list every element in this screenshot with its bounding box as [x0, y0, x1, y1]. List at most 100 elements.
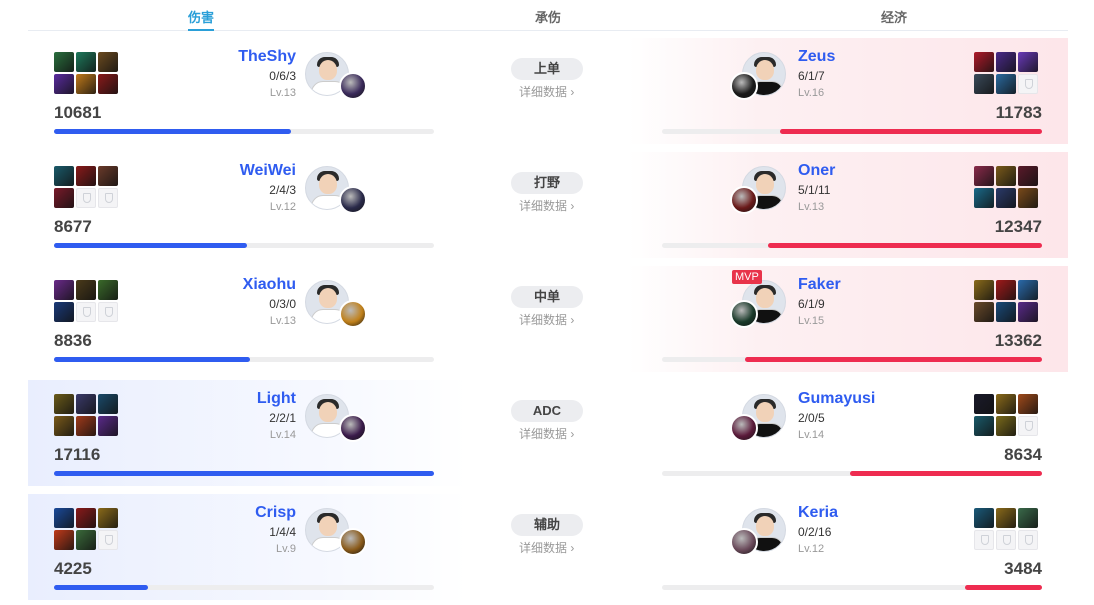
left-player-name[interactable]: Light: [257, 390, 296, 408]
item-icon[interactable]: [98, 74, 118, 94]
item-icon[interactable]: [98, 508, 118, 528]
item-icon[interactable]: [54, 52, 74, 72]
item-icon[interactable]: [974, 166, 994, 186]
item-icon[interactable]: [54, 280, 74, 300]
empty-item-slot-icon: [98, 188, 118, 208]
item-icon[interactable]: [974, 302, 994, 322]
right-damage-bar-fill: [850, 471, 1042, 476]
item-icon[interactable]: [974, 280, 994, 300]
right-player-name[interactable]: Faker: [798, 276, 841, 294]
item-icon[interactable]: [996, 52, 1016, 72]
left-player-name[interactable]: TheShy: [238, 48, 296, 66]
right-player-champion-icon[interactable]: [730, 300, 758, 328]
item-icon[interactable]: [76, 530, 96, 550]
left-player-damage-bar: [54, 357, 434, 362]
item-icon[interactable]: [1018, 52, 1038, 72]
item-icon[interactable]: [974, 508, 994, 528]
item-icon[interactable]: [996, 394, 1016, 414]
right-player-name[interactable]: Gumayusi: [798, 390, 875, 408]
item-icon[interactable]: [974, 416, 994, 436]
item-icon[interactable]: [996, 280, 1016, 300]
left-player-champion-icon[interactable]: [339, 300, 367, 328]
item-icon[interactable]: [98, 280, 118, 300]
item-icon[interactable]: [1018, 508, 1038, 528]
item-icon[interactable]: [1018, 302, 1038, 322]
item-icon[interactable]: [996, 166, 1016, 186]
left-player-name[interactable]: WeiWei: [240, 162, 296, 180]
left-player-kda: 2/4/3: [269, 183, 296, 197]
right-player-name[interactable]: Keria: [798, 504, 838, 522]
item-icon[interactable]: [974, 394, 994, 414]
detail-link[interactable]: 详细数据 ›: [519, 539, 574, 556]
left-player-items: [54, 166, 118, 208]
right-player-kda: 2/0/5: [798, 411, 825, 425]
item-icon[interactable]: [76, 394, 96, 414]
item-icon[interactable]: [54, 508, 74, 528]
left-player-kda: 0/6/3: [269, 69, 296, 83]
item-icon[interactable]: [76, 508, 96, 528]
active-tab-underline: [187, 29, 215, 31]
item-icon[interactable]: [54, 530, 74, 550]
detail-link[interactable]: 详细数据 ›: [519, 83, 574, 100]
position-badge: 辅助: [511, 514, 583, 536]
item-icon[interactable]: [54, 416, 74, 436]
item-icon[interactable]: [974, 52, 994, 72]
item-icon[interactable]: [974, 74, 994, 94]
item-icon[interactable]: [1018, 394, 1038, 414]
right-player-champion-icon[interactable]: [730, 414, 758, 442]
tab-damage-taken[interactable]: 承伤: [535, 7, 561, 26]
left-player-name[interactable]: Xiaohu: [243, 276, 296, 294]
item-icon[interactable]: [76, 52, 96, 72]
right-player-name[interactable]: Zeus: [798, 48, 835, 66]
left-player-name[interactable]: Crisp: [255, 504, 296, 522]
right-player-champion-icon[interactable]: [730, 528, 758, 556]
item-icon[interactable]: [1018, 166, 1038, 186]
left-player-items: [54, 280, 118, 322]
item-icon[interactable]: [98, 416, 118, 436]
left-player-champion-icon[interactable]: [339, 72, 367, 100]
tab-gold[interactable]: 经济: [881, 7, 907, 26]
right-player-damage-bar: [662, 471, 1042, 476]
left-damage-bar-fill: [54, 243, 247, 248]
item-icon[interactable]: [76, 166, 96, 186]
left-player-kda: 2/2/1: [269, 411, 296, 425]
left-player-champion-icon[interactable]: [339, 414, 367, 442]
left-player-champion-icon[interactable]: [339, 528, 367, 556]
right-player-champion-icon[interactable]: [730, 72, 758, 100]
left-player-champion-icon[interactable]: [339, 186, 367, 214]
empty-item-slot-icon: [1018, 74, 1038, 94]
item-icon[interactable]: [996, 74, 1016, 94]
right-damage-bar-fill: [780, 129, 1042, 134]
item-icon[interactable]: [1018, 188, 1038, 208]
item-icon[interactable]: [98, 166, 118, 186]
position-badge: 打野: [511, 172, 583, 194]
item-icon[interactable]: [54, 394, 74, 414]
item-icon[interactable]: [76, 280, 96, 300]
tab-damage[interactable]: 伤害: [187, 7, 215, 31]
item-icon[interactable]: [98, 394, 118, 414]
item-icon[interactable]: [54, 188, 74, 208]
item-icon[interactable]: [974, 188, 994, 208]
item-icon[interactable]: [996, 508, 1016, 528]
empty-item-slot-icon: [996, 530, 1016, 550]
item-icon[interactable]: [98, 52, 118, 72]
item-icon[interactable]: [76, 74, 96, 94]
item-icon[interactable]: [996, 188, 1016, 208]
item-icon[interactable]: [54, 302, 74, 322]
tab-damage-taken-label: 承伤: [534, 10, 562, 25]
detail-link[interactable]: 详细数据 ›: [519, 197, 574, 214]
detail-link[interactable]: 详细数据 ›: [519, 425, 574, 442]
item-icon[interactable]: [996, 416, 1016, 436]
right-damage-bar-fill: [768, 243, 1042, 248]
right-player-damage-value: 13362: [994, 331, 1042, 350]
item-icon[interactable]: [996, 302, 1016, 322]
right-player-kda: 6/1/9: [798, 297, 825, 311]
item-icon[interactable]: [1018, 280, 1038, 300]
item-icon[interactable]: [54, 74, 74, 94]
item-icon[interactable]: [54, 166, 74, 186]
right-player-level: Lv.14: [798, 429, 825, 441]
right-player-name[interactable]: Oner: [798, 162, 835, 180]
detail-link[interactable]: 详细数据 ›: [519, 311, 574, 328]
item-icon[interactable]: [76, 416, 96, 436]
right-player-champion-icon[interactable]: [730, 186, 758, 214]
